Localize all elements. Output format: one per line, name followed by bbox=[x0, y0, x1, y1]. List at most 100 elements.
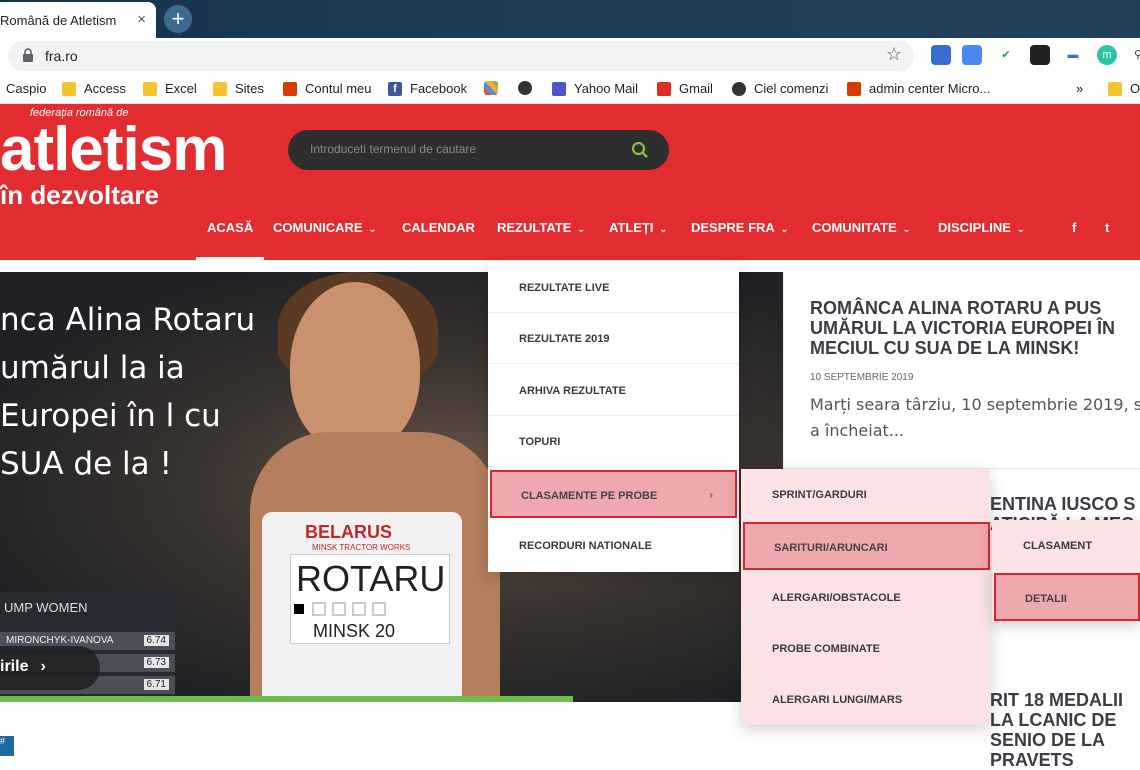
bookmark-label: Caspio bbox=[6, 81, 47, 96]
menu-item-probe-combinate[interactable]: PROBE COMBINATE bbox=[741, 623, 990, 674]
chevron-down-icon: ⌄ bbox=[659, 224, 668, 234]
bookmark-caspio[interactable]: Caspio bbox=[6, 81, 46, 96]
menu-item-label: PROBE COMBINATE bbox=[772, 643, 880, 655]
slide-dot[interactable] bbox=[332, 602, 346, 616]
article-excerpt: Marți seara târziu, 10 septembrie 2019, … bbox=[810, 395, 1140, 440]
office-icon bbox=[847, 81, 861, 96]
overflow-icon: » bbox=[1076, 81, 1084, 96]
bookmark-excel[interactable]: Excel bbox=[143, 81, 197, 96]
search-extension-icon[interactable]: ⚲ bbox=[1128, 45, 1140, 65]
joomla-icon bbox=[484, 81, 498, 95]
extension-icon-5[interactable]: ▬ bbox=[1063, 45, 1083, 65]
nav-label: ACASĂ bbox=[207, 220, 254, 235]
close-tab-icon[interactable]: × bbox=[137, 11, 146, 28]
site-logo[interactable]: atletism bbox=[0, 114, 227, 185]
extension-icon-4[interactable] bbox=[1030, 45, 1050, 65]
browser-tab[interactable]: Română de Atletism × bbox=[0, 2, 156, 38]
bib-city: MINSK 20 bbox=[313, 621, 396, 641]
nav-comunitate[interactable]: COMUNITATE ⌄ bbox=[812, 220, 910, 235]
menu-item-recorduri-nationale[interactable]: RECORDURI NATIONALE bbox=[488, 520, 739, 571]
all-news-button[interactable]: irile › bbox=[0, 646, 100, 690]
search-icon[interactable] bbox=[631, 141, 649, 159]
menu-item-sarituri-aruncari[interactable]: SARITURI/ARUNCARI bbox=[743, 522, 990, 570]
check-extension-icon[interactable]: ✔ bbox=[996, 45, 1016, 65]
nav-calendar[interactable]: CALENDAR bbox=[402, 220, 475, 235]
chevron-down-icon: ⌄ bbox=[780, 224, 789, 234]
menu-item-label: DETALII bbox=[1025, 593, 1067, 605]
yahoo-mail-icon bbox=[552, 81, 566, 96]
nav-discipline[interactable]: DISCIPLINE ⌄ bbox=[938, 220, 1025, 235]
bookmark-globe[interactable] bbox=[518, 81, 540, 95]
bookmark-label: Gmail bbox=[679, 81, 713, 96]
menu-item-clasament[interactable]: CLASAMENT bbox=[992, 520, 1140, 571]
slide-dot[interactable] bbox=[352, 602, 366, 616]
nav-label: DESPRE FRA bbox=[691, 220, 775, 235]
bookmark-other[interactable]: O bbox=[1108, 81, 1140, 96]
bookmark-label: Sites bbox=[235, 81, 264, 96]
bookmarks-bar: Caspio Access Excel Sites Contul meu f Fa… bbox=[0, 74, 1140, 104]
slide-dot[interactable] bbox=[292, 602, 306, 616]
bookmark-label: Facebook bbox=[410, 81, 468, 96]
athlete-face bbox=[290, 282, 420, 452]
nav-despre-fra[interactable]: DESPRE FRA ⌄ bbox=[691, 220, 788, 235]
bookmark-facebook[interactable]: f Facebook bbox=[388, 81, 467, 96]
singlet-sponsor: MINSK TRACTOR WORKS bbox=[312, 543, 411, 552]
search-placeholder: Introduceti termenul de cautare bbox=[310, 142, 477, 156]
article-title[interactable]: ROMÂNCA ALINA ROTARU A PUS UMĂRUL LA VIC… bbox=[810, 298, 1140, 358]
facebook-icon[interactable]: f bbox=[1072, 220, 1076, 235]
tab-title: Română de Atletism bbox=[0, 12, 117, 28]
globe-icon bbox=[518, 81, 532, 95]
extension-icon-1[interactable] bbox=[931, 45, 951, 65]
bookmarks-overflow-button[interactable]: » bbox=[1076, 81, 1083, 96]
bookmark-admin-center[interactable]: admin center Micro... bbox=[847, 81, 990, 96]
news-article-card[interactable]: ROMÂNCA ALINA ROTARU A PUS UMĂRUL LA VIC… bbox=[783, 272, 1140, 468]
globe-icon bbox=[732, 81, 746, 96]
bookmark-sites[interactable]: Sites bbox=[213, 81, 264, 96]
office-icon bbox=[283, 81, 297, 96]
omnibox[interactable]: fra.ro ☆ bbox=[8, 41, 914, 71]
nav-acasa[interactable]: ACASĂ bbox=[207, 220, 253, 235]
sarituri-submenu: CLASAMENT DETALII bbox=[992, 520, 1140, 622]
nav-comunicare[interactable]: COMUNICARE ⌄ bbox=[273, 220, 376, 235]
menu-item-rezultate-live[interactable]: REZULTATE LIVE bbox=[488, 262, 739, 313]
hero-title[interactable]: nca Alina Rotaru umărul la ia Europei în… bbox=[0, 296, 260, 488]
menu-item-alergari-lungi-mars[interactable]: ALERGARI LUNGI/MARS bbox=[741, 674, 990, 725]
chevron-down-icon: ⌄ bbox=[1016, 224, 1025, 234]
bookmark-gmail[interactable]: Gmail bbox=[657, 81, 713, 96]
bookmark-contul-meu[interactable]: Contul meu bbox=[283, 81, 371, 96]
nav-atleti[interactable]: ATLEȚI ⌄ bbox=[609, 220, 667, 235]
menu-item-alergari-obstacole[interactable]: ALERGARI/OBSTACOLE bbox=[741, 572, 990, 623]
menu-item-sprint-garduri[interactable]: SPRINT/GARDURI bbox=[741, 469, 990, 520]
new-tab-button[interactable]: + bbox=[164, 5, 192, 33]
nav-label: REZULTATE bbox=[497, 220, 572, 235]
menu-item-topuri[interactable]: TOPURI bbox=[488, 416, 739, 467]
twitter-icon[interactable]: t bbox=[1105, 220, 1109, 235]
nav-rezultate[interactable]: REZULTATE ⌄ bbox=[497, 220, 585, 235]
bookmark-label: Access bbox=[84, 81, 126, 96]
menu-item-clasamente-pe-probe[interactable]: CLASAMENTE PE PROBE › bbox=[490, 470, 737, 518]
bookmark-yahoo-mail[interactable]: Yahoo Mail bbox=[552, 81, 638, 96]
bottom-tag: # bbox=[0, 736, 14, 756]
menu-item-detalii[interactable]: DETALII bbox=[994, 573, 1140, 621]
bookmark-ciel-comenzi[interactable]: Ciel comenzi bbox=[732, 81, 828, 96]
menu-item-rezultate-2019[interactable]: REZULTATE 2019 bbox=[488, 313, 739, 364]
bookmark-access[interactable]: Access bbox=[62, 81, 126, 96]
translate-extension-icon[interactable] bbox=[962, 45, 982, 65]
bookmark-label: Yahoo Mail bbox=[574, 81, 639, 96]
bookmark-star-icon[interactable]: ☆ bbox=[886, 44, 902, 65]
bookmark-joomla[interactable] bbox=[484, 81, 506, 95]
nav-active-indicator bbox=[196, 257, 264, 260]
menu-item-label: RECORDURI NATIONALE bbox=[519, 540, 653, 552]
menu-item-arhiva-rezultate[interactable]: ARHIVA REZULTATE bbox=[488, 365, 739, 416]
slide-dot[interactable] bbox=[312, 602, 326, 616]
profile-extension-icon[interactable]: m bbox=[1097, 45, 1117, 65]
slide-dot[interactable] bbox=[372, 602, 386, 616]
scoreboard-title: UMP WOMEN bbox=[4, 600, 88, 615]
browser-tab-strip: Română de Atletism × + bbox=[0, 0, 1140, 38]
folder-icon bbox=[143, 81, 157, 96]
menu-item-label: REZULTATE LIVE bbox=[519, 282, 610, 294]
article-title[interactable]: RIT 18 MEDALII LA LCANIC DE SENIO DE LA … bbox=[990, 690, 1140, 770]
chevron-down-icon: ⌄ bbox=[577, 224, 585, 234]
menu-item-label: ALERGARI/OBSTACOLE bbox=[772, 592, 901, 604]
site-search-input[interactable]: Introduceti termenul de cautare bbox=[288, 130, 669, 170]
